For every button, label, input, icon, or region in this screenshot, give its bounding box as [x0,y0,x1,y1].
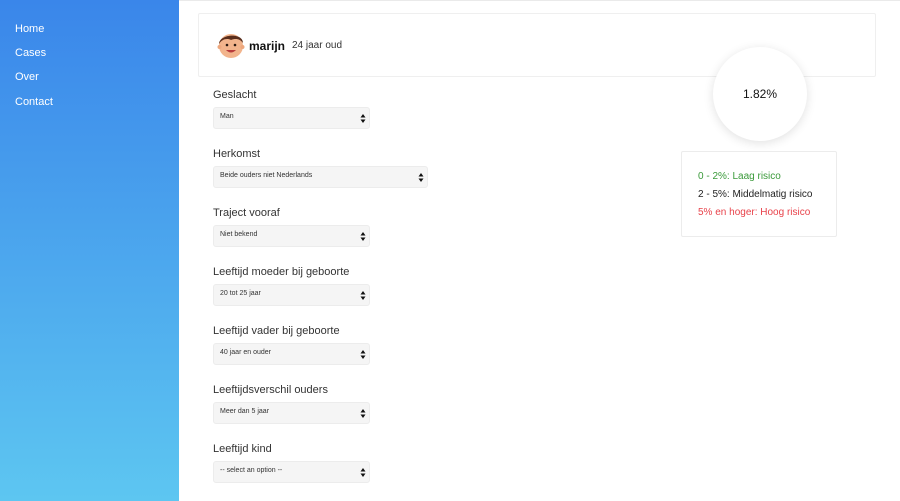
traject-vooraf-label: Traject vooraf [213,207,280,219]
legend-high-risk: 5% en hoger: Hoog risico [698,207,811,218]
leeftijd-vader-select-value: 40 jaar en ouder [220,349,271,356]
traject-vooraf-select-value: Niet bekend [220,231,258,238]
leeftijd-moeder-select-value: 20 tot 25 jaar [220,290,261,297]
geslacht-label: Geslacht [213,89,257,101]
top-divider [179,0,900,1]
select-arrows-icon [360,291,366,300]
leeftijd-moeder-select[interactable]: 20 tot 25 jaar [213,284,370,306]
sidebar: Home Cases Over Contact [0,0,179,501]
select-arrows-icon [360,468,366,477]
risk-score-circle: 1.82% [713,47,807,141]
geslacht-select-value: Man [220,113,234,120]
select-arrows-icon [418,173,424,182]
leeftijd-kind-select[interactable]: -- select an option -- [213,461,370,483]
geslacht-select[interactable]: Man [213,107,370,129]
leeftijd-moeder-label: Leeftijd moeder bij geboorte [213,266,350,278]
username: marijn [249,39,286,53]
select-arrows-icon [360,232,366,241]
nav-contact-link[interactable]: Contact [15,96,53,108]
herkomst-select-value: Beide ouders niet Nederlands [220,172,313,179]
leeftijdsverschil-label: Leeftijdsverschil ouders [213,384,328,396]
herkomst-select[interactable]: Beide ouders niet Nederlands [213,166,428,188]
nav-cases-link[interactable]: Cases [15,47,46,59]
leeftijd-kind-label: Leeftijd kind [213,443,272,455]
nav-over-link[interactable]: Over [15,71,39,83]
select-arrows-icon [360,350,366,359]
leeftijd-kind-select-value: -- select an option -- [220,467,283,474]
user-age: 24 jaar oud [292,40,343,51]
nav-home-link[interactable]: Home [15,23,44,35]
select-arrows-icon [360,114,366,123]
leeftijd-vader-label: Leeftijd vader bij geboorte [213,325,340,337]
risk-score-value: 1.82% [742,87,778,101]
risk-legend: 0 - 2%: Laag risico 2 - 5%: Middelmatig … [681,151,837,237]
legend-low-risk: 0 - 2%: Laag risico [698,171,781,182]
traject-vooraf-select[interactable]: Niet bekend [213,225,370,247]
boy-avatar-icon [217,34,245,58]
select-arrows-icon [360,409,366,418]
leeftijdsverschil-select-value: Meer dan 5 jaar [220,408,270,415]
leeftijd-vader-select[interactable]: 40 jaar en ouder [213,343,370,365]
legend-medium-risk: 2 - 5%: Middelmatig risico [698,189,813,200]
herkomst-label: Herkomst [213,148,261,160]
leeftijdsverschil-select[interactable]: Meer dan 5 jaar [213,402,370,424]
